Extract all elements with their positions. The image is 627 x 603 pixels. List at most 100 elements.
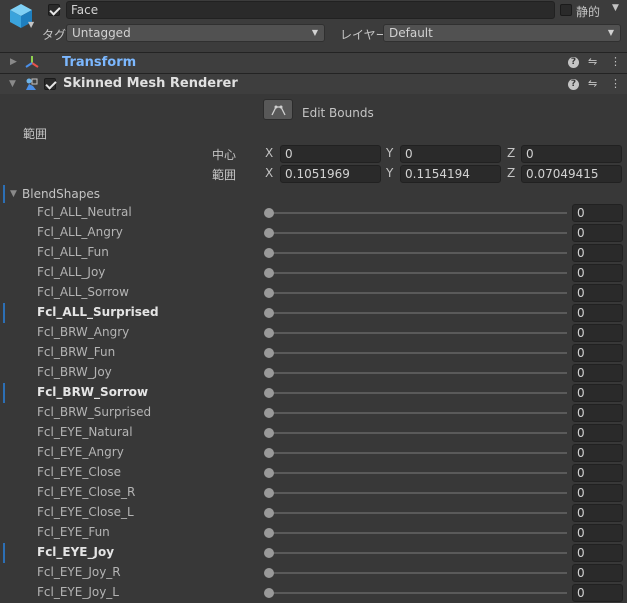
blendshape-row: Fcl_ALL_Joy 0: [0, 263, 627, 283]
blendshape-value-field[interactable]: 0: [572, 404, 623, 422]
blendshape-slider-thumb[interactable]: [264, 368, 274, 378]
blendshape-slider-track[interactable]: [269, 532, 567, 534]
blendshape-slider-track[interactable]: [269, 492, 567, 494]
blendshape-value-field[interactable]: 0: [572, 324, 623, 342]
blendshape-value-field[interactable]: 0: [572, 524, 623, 542]
blendshape-value-field[interactable]: 0: [572, 264, 623, 282]
blendshape-value-field[interactable]: 0: [572, 344, 623, 362]
layer-value: Default: [389, 26, 433, 40]
blendshape-slider-track[interactable]: [269, 472, 567, 474]
blendshape-name: Fcl_EYE_Joy: [37, 545, 115, 559]
extent-y-label: Y: [386, 166, 394, 180]
center-z-field[interactable]: 0: [521, 145, 622, 163]
blendshape-value-field[interactable]: 0: [572, 224, 623, 242]
icon-dropdown-arrow-icon[interactable]: ▼: [28, 20, 34, 29]
extent-y-field[interactable]: 0.1154194: [400, 165, 501, 183]
renderer-foldout-icon[interactable]: ▼: [9, 79, 16, 89]
blendshape-slider-thumb[interactable]: [264, 308, 274, 318]
blendshape-row: Fcl_EYE_Angry 0: [0, 443, 627, 463]
modified-marker: [3, 383, 5, 403]
blendshape-slider-track[interactable]: [269, 352, 567, 354]
blendshape-slider-track[interactable]: [269, 292, 567, 294]
center-y-field[interactable]: 0: [400, 145, 501, 163]
blendshape-slider-thumb[interactable]: [264, 428, 274, 438]
blendshape-slider-track[interactable]: [269, 552, 567, 554]
blendshapes-label[interactable]: BlendShapes: [22, 187, 100, 201]
blendshape-slider-thumb[interactable]: [264, 448, 274, 458]
blendshape-name: Fcl_BRW_Fun: [37, 345, 116, 359]
blendshapes-foldout-icon[interactable]: ▼: [10, 189, 17, 199]
blendshape-slider-thumb[interactable]: [264, 208, 274, 218]
blendshape-slider-track[interactable]: [269, 272, 567, 274]
blendshape-slider-thumb[interactable]: [264, 248, 274, 258]
blendshape-slider-thumb[interactable]: [264, 228, 274, 238]
tag-label: タグ: [42, 28, 67, 42]
kebab-menu-icon[interactable]: ⋮: [610, 77, 621, 90]
blendshape-slider-thumb[interactable]: [264, 288, 274, 298]
object-name-field[interactable]: Face: [66, 1, 555, 19]
blendshape-name: Fcl_ALL_Sorrow: [37, 285, 129, 299]
blendshape-value-field[interactable]: 0: [572, 384, 623, 402]
edit-bounds-button[interactable]: [263, 99, 293, 120]
blendshape-value-field[interactable]: 0: [572, 444, 623, 462]
blendshape-slider-track[interactable]: [269, 372, 567, 374]
blendshape-value-field[interactable]: 0: [572, 424, 623, 442]
blendshape-slider-thumb[interactable]: [264, 348, 274, 358]
blendshape-value-field[interactable]: 0: [572, 284, 623, 302]
blendshape-slider-track[interactable]: [269, 332, 567, 334]
center-x-field[interactable]: 0: [280, 145, 381, 163]
blendshape-slider-track[interactable]: [269, 212, 567, 214]
blendshape-slider-thumb[interactable]: [264, 528, 274, 538]
blendshape-value-field[interactable]: 0: [572, 564, 623, 582]
modified-marker: [3, 543, 5, 563]
blendshape-value-field[interactable]: 0: [572, 584, 623, 602]
blendshape-slider-track[interactable]: [269, 252, 567, 254]
blendshape-name: Fcl_BRW_Sorrow: [37, 385, 149, 399]
blendshape-slider-thumb[interactable]: [264, 408, 274, 418]
tag-dropdown[interactable]: Untagged ▼: [66, 24, 325, 42]
blendshape-value-field[interactable]: 0: [572, 304, 623, 322]
renderer-enabled-checkbox[interactable]: [44, 78, 56, 90]
sliders-icon[interactable]: ⇋: [588, 55, 597, 68]
layer-dropdown[interactable]: Default ▼: [383, 24, 621, 42]
static-dropdown-arrow-icon[interactable]: ▼: [612, 3, 619, 13]
blendshape-value-field[interactable]: 0: [572, 204, 623, 222]
modified-marker: [3, 303, 5, 323]
blendshape-value-field[interactable]: 0: [572, 364, 623, 382]
blendshape-value-field[interactable]: 0: [572, 544, 623, 562]
blendshape-slider-track[interactable]: [269, 512, 567, 514]
modified-marker: [3, 185, 5, 203]
blendshape-slider-track[interactable]: [269, 412, 567, 414]
blendshape-slider-thumb[interactable]: [264, 568, 274, 578]
blendshape-slider-thumb[interactable]: [264, 488, 274, 498]
active-checkbox[interactable]: [48, 4, 60, 16]
help-icon[interactable]: ?: [568, 57, 579, 68]
blendshape-slider-track[interactable]: [269, 592, 567, 594]
blendshape-value-field[interactable]: 0: [572, 504, 623, 522]
blendshape-slider-thumb[interactable]: [264, 468, 274, 478]
blendshape-slider-thumb[interactable]: [264, 328, 274, 338]
extent-z-field[interactable]: 0.07049415: [521, 165, 622, 183]
static-checkbox[interactable]: [560, 4, 572, 16]
blendshape-slider-track[interactable]: [269, 312, 567, 314]
sliders-icon[interactable]: ⇋: [588, 77, 597, 90]
blendshape-slider-track[interactable]: [269, 572, 567, 574]
blendshape-slider-thumb[interactable]: [264, 508, 274, 518]
blendshape-value-field[interactable]: 0: [572, 484, 623, 502]
blendshape-slider-thumb[interactable]: [264, 548, 274, 558]
blendshape-slider-thumb[interactable]: [264, 588, 274, 598]
blendshape-name: Fcl_BRW_Joy: [37, 365, 112, 379]
blendshape-slider-track[interactable]: [269, 392, 567, 394]
blendshape-slider-track[interactable]: [269, 432, 567, 434]
layer-label: レイヤー: [340, 28, 388, 42]
blendshape-slider-track[interactable]: [269, 232, 567, 234]
blendshape-value-field[interactable]: 0: [572, 244, 623, 262]
transform-foldout-icon[interactable]: ▶: [10, 57, 17, 67]
help-icon[interactable]: ?: [568, 79, 579, 90]
blendshape-slider-thumb[interactable]: [264, 388, 274, 398]
blendshape-slider-thumb[interactable]: [264, 268, 274, 278]
blendshape-value-field[interactable]: 0: [572, 464, 623, 482]
blendshape-slider-track[interactable]: [269, 452, 567, 454]
extent-x-field[interactable]: 0.1051969: [280, 165, 381, 183]
kebab-menu-icon[interactable]: ⋮: [610, 55, 621, 68]
